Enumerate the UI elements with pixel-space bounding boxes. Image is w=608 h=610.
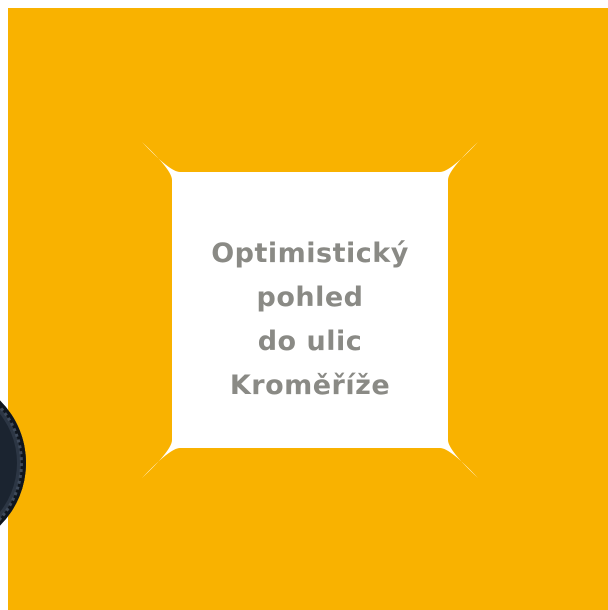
headline-badge: Optimistický pohled do ulic Kroměříže: [140, 140, 480, 480]
promo-canvas: Optimistický pohled do ulic Kroměříže: [0, 0, 608, 610]
headline-line-3: do ulic: [257, 326, 363, 357]
headline-text: Optimistický pohled do ulic Kroměříže: [160, 232, 460, 408]
headline-line-2: pohled: [256, 282, 364, 313]
headline-line-4: Kroměříže: [229, 370, 391, 401]
headline-line-1: Optimistický: [211, 238, 409, 269]
